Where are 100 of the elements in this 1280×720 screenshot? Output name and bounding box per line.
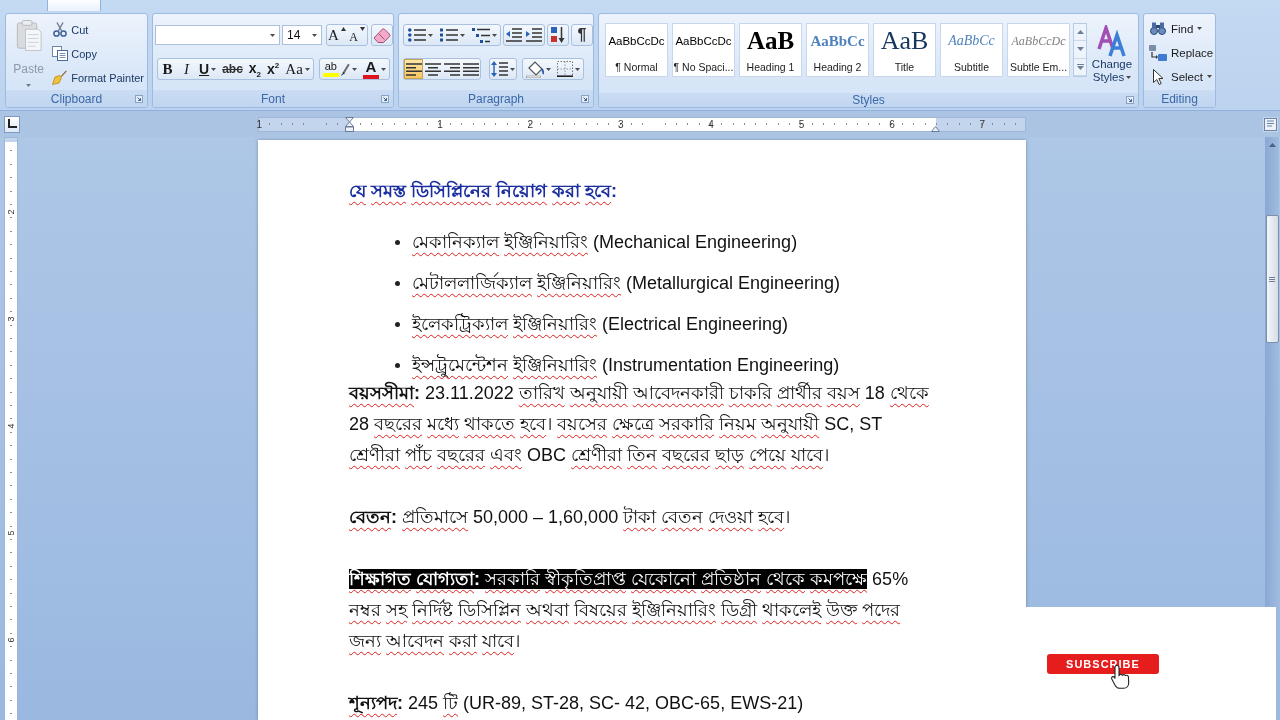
copy-icon <box>51 46 68 61</box>
clear-formatting-button[interactable] <box>371 24 393 46</box>
style-button[interactable]: AaBbCcDc ¶ No Spaci... <box>672 23 735 77</box>
up-arrow-icon <box>1076 30 1084 35</box>
list-item-text: ইন্সট্রুমেন্টেশন ইঞ্জিনিয়ারিং (Instrumentation Engineering) <box>412 350 840 381</box>
paintbrush-icon <box>52 70 68 85</box>
style-button[interactable]: AaBbCc Subtitle <box>940 23 1003 77</box>
style-button[interactable]: AaBbCc Heading 2 <box>806 23 869 77</box>
format-painter-button[interactable]: Format Painter <box>51 67 147 88</box>
align-left-icon <box>405 62 422 76</box>
marker-pen-icon <box>340 62 350 76</box>
bullet-icon <box>395 363 400 368</box>
select-button[interactable]: Select <box>1149 66 1215 87</box>
change-styles-button[interactable]: Change Styles <box>1090 23 1134 93</box>
down-arrow-icon <box>1076 47 1084 52</box>
caret-icon <box>351 67 357 71</box>
up-arrow-icon <box>1268 143 1276 147</box>
caret-icon <box>26 84 32 87</box>
style-button[interactable]: AaBbCcDc Subtle Em... <box>1007 23 1070 77</box>
align-left-button[interactable] <box>404 59 423 79</box>
replace-button[interactable]: Replace <box>1149 42 1215 63</box>
scroll-thumb[interactable] <box>1265 215 1279 343</box>
launcher-icon <box>135 94 143 103</box>
dialog-launcher-button[interactable] <box>381 94 389 103</box>
underline-button[interactable]: U <box>196 59 220 79</box>
ruler-number: 6 <box>889 118 895 130</box>
decrease-indent-icon <box>506 28 522 42</box>
bullet-icon <box>395 322 400 327</box>
replace-icon <box>1149 44 1167 61</box>
show-marks-button[interactable]: ¶ <box>571 24 593 46</box>
shrink-font-button[interactable]: A <box>347 25 367 45</box>
launcher-icon <box>1126 96 1134 104</box>
font-size-field[interactable]: 14 <box>282 25 322 45</box>
find-button[interactable]: Find <box>1149 18 1215 39</box>
ruler-number: 7 <box>979 118 986 130</box>
bullet-icon <box>395 240 400 245</box>
align-center-icon <box>424 62 441 76</box>
paragraph-text: বয়সসীমা: 23.11.2022 তারিখ অনুযায়ী আবেদনকারী চাকরি প্রার্থীর বয়স 18 থেকে 28 বছরের মধ্যে থাকতে হবে। বয়সের ক্ষেত্রে সরকারি নিয়ম অনুযায়ী SC, ST শ্রেণীরা পাঁচ বছরের এবং OBC শ্রেণীরা তিন বছরের ছাড় পেয়ে যাবে। <box>349 380 930 467</box>
caret-icon <box>459 33 465 37</box>
bold-button[interactable]: B <box>158 59 177 79</box>
down-arrow-icon <box>359 27 365 31</box>
caret-icon <box>1126 76 1132 80</box>
grip-icon <box>1269 276 1275 282</box>
group-label: Clipboard <box>50 91 103 106</box>
group-label: Editing <box>1161 91 1198 106</box>
caret-icon <box>491 33 497 37</box>
multilevel-list-icon <box>471 27 490 43</box>
tab-stop-button[interactable] <box>4 115 20 133</box>
style-button[interactable]: AaBbCcDc ¶ Normal <box>605 23 668 77</box>
subscript-button[interactable]: x$_{2}$ <box>245 59 265 79</box>
shading-button[interactable] <box>523 59 553 79</box>
caret-icon <box>211 67 217 71</box>
sort-button[interactable] <box>547 24 569 46</box>
bullet-icon <box>395 281 400 286</box>
paragraph-text: শিক্ষাগত যোগ্যতা: সরকারি স্বীকৃতিপ্রাপ্ত যেকোনো প্রতিষ্ঠান থেকে কমপক্ষে 65% নম্বর সহ নির্দিষ্ট ডিসিপ্লিন অথবা বিষয়ের ইঞ্জিনিয়ারিং ডিগ্রী থাকলেই উক্ত পদের জন্য আবেদন করা যাবে। <box>349 568 910 653</box>
highlight-button[interactable]: ab <box>319 59 360 79</box>
superscript-button[interactable]: x$^{2}$ <box>264 59 283 79</box>
line-spacing-button[interactable] <box>489 58 517 80</box>
subscribe-button[interactable]: SUBSCRIBE <box>1047 654 1159 674</box>
italic-button[interactable]: I <box>177 59 196 79</box>
grow-font-button[interactable]: A <box>327 25 347 45</box>
indent-marker-icon[interactable] <box>345 116 354 132</box>
launcher-icon <box>581 94 589 103</box>
list-item-text: মেটাললার্জিক্যাল ইঞ্জিনিয়ারিং (Metallurgical Engineering) <box>412 271 841 295</box>
indent-marker-icon[interactable] <box>931 125 940 132</box>
eraser-icon <box>373 27 391 43</box>
change-styles-icon <box>1097 25 1127 57</box>
paint-bucket-icon <box>525 60 544 78</box>
align-right-icon <box>443 62 460 76</box>
more-icon <box>1076 63 1084 70</box>
ruler-number: 4 <box>6 423 16 428</box>
font-color-button[interactable]: A <box>359 59 389 79</box>
ruler-number: 4 <box>708 118 714 130</box>
copy-button[interactable]: Copy <box>51 43 147 64</box>
increase-indent-button[interactable] <box>524 25 544 45</box>
change-case-button[interactable]: Aa <box>282 59 313 79</box>
style-button[interactable]: AaB Title <box>873 23 936 77</box>
ruler-number: 1 <box>256 118 262 130</box>
dialog-launcher-button[interactable] <box>581 94 589 103</box>
ruler-number: 2 <box>527 118 534 130</box>
decrease-indent-button[interactable] <box>504 25 524 45</box>
ruler-number: 1 <box>437 118 443 130</box>
style-button[interactable]: AaB Heading 1 <box>739 23 802 77</box>
dialog-launcher-button[interactable] <box>135 94 143 103</box>
caret-icon <box>270 33 275 37</box>
increase-indent-icon <box>526 28 542 42</box>
ruler-number: 2 <box>6 209 16 214</box>
caret-icon <box>510 67 515 71</box>
strikethrough-button[interactable]: abc <box>219 59 246 79</box>
paragraph-text: শূন্যপদ: 245 টি (UR-89, ST-28, SC- 42, OBC-65, EWS-21) <box>349 691 805 716</box>
caret-icon <box>304 67 310 71</box>
line-spacing-icon <box>491 61 508 77</box>
view-ruler-button[interactable] <box>1263 116 1278 132</box>
list-item-text: মেকানিক্যাল ইঞ্জিনিয়ারিং (Mechanical Engineering) <box>412 231 798 254</box>
bullet-list-icon <box>407 28 426 42</box>
caret-icon <box>1206 75 1212 78</box>
dialog-launcher-button[interactable] <box>1126 96 1134 104</box>
font-name-field[interactable] <box>155 25 280 45</box>
paragraph-text: বেতন: প্রতিমাসে 50,000 – 1,60,000 টাকা বেতন দেওয়া হবে। <box>349 505 792 529</box>
cut-button[interactable]: Cut <box>51 19 147 40</box>
